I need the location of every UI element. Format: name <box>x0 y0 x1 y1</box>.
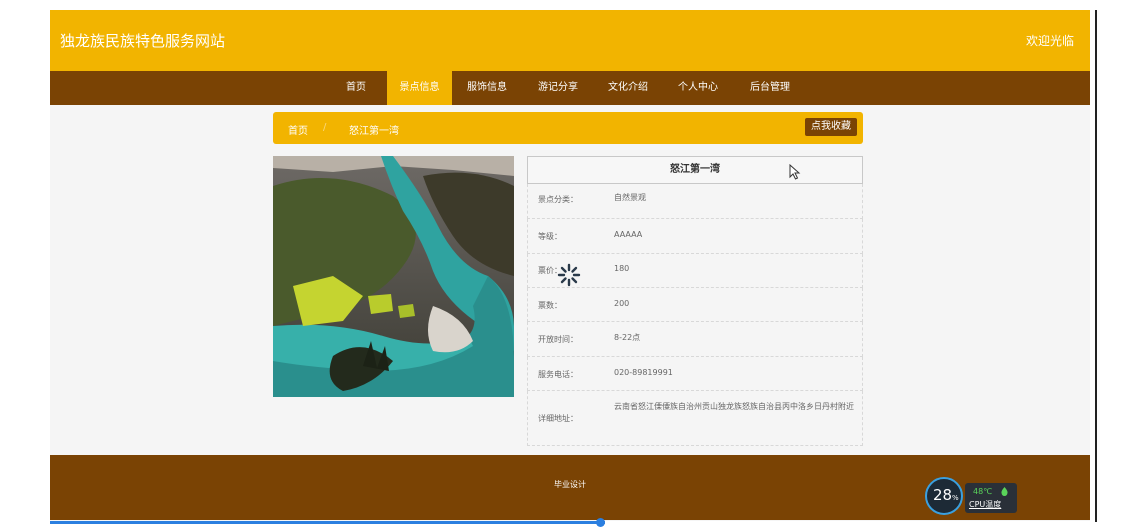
detail-label: 票数： <box>538 301 562 310</box>
detail-value: AAAAA <box>614 230 643 239</box>
detail-row-tickets: 票数： 200 <box>527 288 863 322</box>
detail-row-phone: 服务电话： 020-89819991 <box>527 357 863 391</box>
cpu-temperature: 48℃ <box>973 487 993 496</box>
river-bend-image <box>273 156 514 397</box>
detail-row-category: 景点分类： 自然景观 <box>527 184 863 219</box>
attraction-detail-panel: 怒江第一湾 景点分类： 自然景观 等级： AAAAA 票价： 180 票数： 2… <box>527 156 863 446</box>
nav-item-admin[interactable]: 后台管理 <box>740 71 800 105</box>
welcome-text: 欢迎光临 <box>1025 34 1074 48</box>
site-header: 独龙族民族特色服务网站 欢迎光临 <box>50 10 1090 71</box>
detail-row-level: 等级： AAAAA <box>527 219 863 254</box>
nav-item-costumes[interactable]: 服饰信息 <box>457 71 517 105</box>
favorite-button[interactable]: 点我收藏 <box>805 118 857 136</box>
cpu-temp-panel: 48℃ CPU温度 <box>965 483 1017 513</box>
mouse-pointer-icon <box>789 164 801 180</box>
cpu-usage-ring: 28 % <box>925 477 963 515</box>
detail-value: 自然景观 <box>614 193 646 202</box>
scroll-progress <box>50 521 605 524</box>
cpu-monitor-widget[interactable]: 28 % 48℃ CPU温度 <box>925 477 1017 519</box>
breadcrumb-current: 怒江第一湾 <box>349 126 399 137</box>
page-scrollbar[interactable] <box>50 518 1090 527</box>
detail-label: 详细地址： <box>538 414 578 423</box>
breadcrumb-home[interactable]: 首页 <box>288 122 308 137</box>
nav-item-culture[interactable]: 文化介绍 <box>598 71 658 105</box>
window-edge <box>1095 10 1097 522</box>
detail-row-hours: 开放时间： 8-22点 <box>527 322 863 357</box>
site-title[interactable]: 独龙族民族特色服务网站 <box>60 30 225 51</box>
cpu-usage-number: 28 <box>933 486 953 504</box>
water-drop-icon <box>1001 487 1008 496</box>
detail-value: 8-22点 <box>614 333 641 342</box>
nav-item-user-center[interactable]: 个人中心 <box>668 71 728 105</box>
detail-row-address: 详细地址： 云南省怒江傈僳族自治州贡山独龙族怒族自治县丙中洛乡日丹村附近 <box>527 391 863 446</box>
detail-value: 云南省怒江傈僳族自治州贡山独龙族怒族自治县丙中洛乡日丹村附近 <box>614 402 854 411</box>
attraction-photo <box>273 156 514 397</box>
detail-title: 怒江第一湾 <box>527 156 863 184</box>
breadcrumb: 首页 / 怒江第一湾 点我收藏 <box>273 112 863 144</box>
breadcrumb-separator: / <box>323 122 327 133</box>
loading-spinner-icon <box>557 263 581 287</box>
nav-item-home[interactable]: 首页 <box>336 71 376 105</box>
detail-value: 020-89819991 <box>614 368 673 377</box>
detail-label: 等级： <box>538 232 562 241</box>
detail-value: 180 <box>614 264 630 273</box>
main-nav: 首页 景点信息 服饰信息 游记分享 文化介绍 个人中心 后台管理 <box>50 71 1090 105</box>
scroll-thumb[interactable] <box>596 518 605 527</box>
cpu-temp-label[interactable]: CPU温度 <box>969 499 1001 510</box>
detail-label: 服务电话： <box>538 370 578 379</box>
detail-value: 200 <box>614 299 630 308</box>
nav-item-travel-notes[interactable]: 游记分享 <box>528 71 588 105</box>
nav-item-attractions[interactable]: 景点信息 <box>387 71 452 105</box>
detail-label: 景点分类： <box>538 195 578 204</box>
cpu-usage-unit: % <box>952 494 959 502</box>
detail-label: 开放时间： <box>538 335 578 344</box>
